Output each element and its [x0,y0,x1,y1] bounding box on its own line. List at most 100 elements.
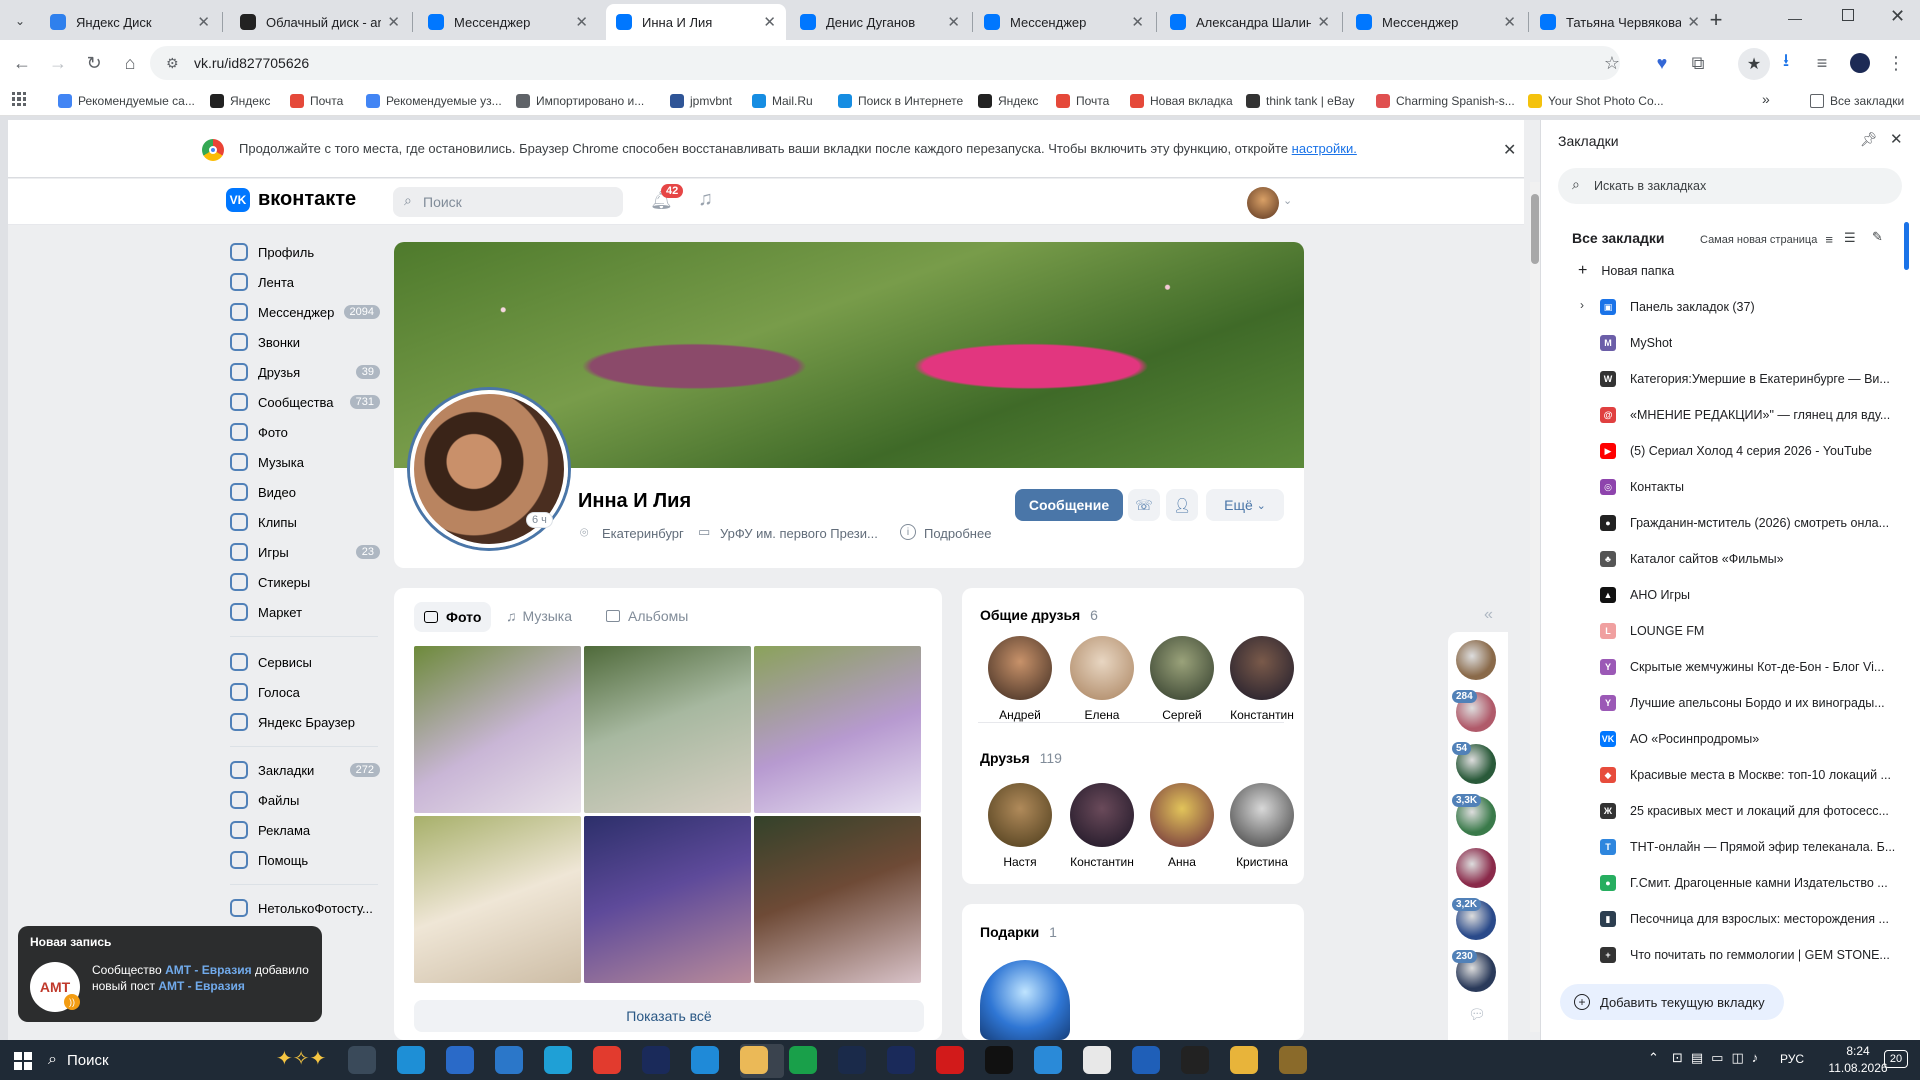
tab-music[interactable]: ♫ Музыка [506,608,572,624]
sidebar-item[interactable]: Клипы [230,510,380,534]
vk-logo-icon[interactable]: VK [226,188,250,212]
sidebar-item[interactable]: Профиль [230,240,380,264]
bookmark-bar-item[interactable]: Почта [290,92,343,110]
friend-avatar[interactable] [1150,783,1214,847]
friend-avatar[interactable] [1230,636,1294,700]
bookmarks-side-panel-button[interactable]: ★ [1738,48,1770,80]
bookmark-bar-item[interactable]: Почта [1056,92,1109,110]
address-bar[interactable] [150,46,1620,80]
new-tab-button[interactable]: + [1702,6,1730,34]
explorer-icon[interactable] [1230,1046,1258,1074]
sidebar-item[interactable]: Маркет [230,600,380,624]
tab-close-icon[interactable]: ✕ [575,13,588,31]
chat-bubble-icon[interactable]: 💬︎ [1468,1006,1486,1023]
message-button[interactable]: Сообщение [1015,489,1123,521]
bookmark-item[interactable]: Y Скрытые жемчужины Кот-де-Бон - Блог Vi… [1600,652,1900,682]
bookmark-bar-item[interactable]: Your Shot Photo Co... [1528,92,1664,110]
friend-avatar[interactable] [988,636,1052,700]
bookmark-item[interactable]: ▲ АНО Игры [1600,580,1900,610]
app-icon[interactable] [789,1046,817,1074]
profile-avatar[interactable] [1850,53,1870,73]
bookmarks-overflow-icon[interactable]: » [1762,91,1770,107]
sidebar-item[interactable]: Звонки [230,330,380,354]
expand-chevron-icon[interactable]: › [1580,298,1584,312]
gift-image[interactable] [980,960,1070,1040]
page-scrollbar[interactable] [1530,182,1540,1032]
friend-name[interactable]: Кристина [1222,855,1302,869]
sidebar-item[interactable]: Сервисы [230,650,380,674]
tab-search-button[interactable]: ⌄ [8,9,32,33]
bookmark-bar-item[interactable]: Mail.Ru [752,92,813,110]
sidebar-item[interactable]: Лента [230,270,380,294]
browser-tab[interactable]: Мессенджер ✕ [1346,4,1526,40]
user-menu-chevron-icon[interactable]: ⌄ [1283,194,1292,207]
sidebar-item[interactable]: Друзья 39 [230,360,380,384]
tab-close-icon[interactable]: ✕ [1687,13,1700,31]
bookmark-item[interactable]: ▮ Песочница для взрослых: месторождения … [1600,904,1900,934]
notice-settings-link[interactable]: настройки. [1292,141,1357,156]
bookmark-bar-item[interactable]: Яндекс [978,92,1038,110]
more-info-link[interactable]: Подробнее [924,526,991,541]
extension-heart-icon[interactable]: ♥ [1650,51,1674,75]
friend-avatar[interactable] [1230,783,1294,847]
yandex-icon[interactable] [593,1046,621,1074]
tab-photos[interactable]: Фото [414,602,492,632]
tab-close-icon[interactable]: ✕ [1317,13,1330,31]
app-icon[interactable] [1132,1046,1160,1074]
bookmark-bar-item[interactable]: Charming Spanish-s... [1376,92,1515,110]
yandex-browser-icon[interactable] [1083,1046,1111,1074]
home-icon[interactable]: ⌂ [118,51,142,75]
bookmark-item[interactable]: Ж 25 красивых мест и локаций для фотосес… [1600,796,1900,826]
tab-close-icon[interactable]: ✕ [947,13,960,31]
sidebar-item[interactable]: НетолькоФотосту... [230,896,380,920]
back-icon[interactable]: ← [10,51,34,75]
browser-tab[interactable]: Денис Дуганов ✕ [790,4,970,40]
sidebar-item[interactable]: Стикеры [230,570,380,594]
browser-tab[interactable]: Яндекс Диск ✕ [40,4,220,40]
friend-avatar[interactable] [1070,636,1134,700]
call-button[interactable]: ☏ [1128,489,1160,521]
language-indicator[interactable]: РУС [1780,1052,1804,1066]
app-icon[interactable] [544,1046,572,1074]
site-info-icon[interactable]: ⚙ [166,55,179,72]
photo-thumbnail[interactable] [754,816,921,983]
friend-name[interactable]: Сергей [1142,708,1222,722]
bookmark-bar-item[interactable]: Яндекс [210,92,270,110]
sidebar-item[interactable]: Помощь [230,848,380,872]
bookmark-item[interactable]: + Что почитать по геммологии | GEM STONE… [1600,940,1900,970]
tab-albums[interactable]: Альбомы [606,608,688,624]
bookmark-item[interactable]: ▣ Панель закладок (37) [1600,292,1900,322]
friend-name[interactable]: Андрей [980,708,1060,722]
tab-close-icon[interactable]: ✕ [387,13,400,31]
bookmark-item[interactable]: T ТНТ-онлайн — Прямой эфир телеканала. Б… [1600,832,1900,862]
bookmark-item[interactable]: W Категория:Умершие в Екатеринбурге — Ви… [1600,364,1900,394]
photoshop-icon[interactable] [642,1046,670,1074]
browser-tab[interactable]: Мессенджер ✕ [974,4,1154,40]
friends-title[interactable]: Друзья 119 [980,750,1062,766]
sidebar-item[interactable]: Голоса [230,680,380,704]
bookmark-item[interactable]: Y Лучшие апельсоны Бордо и их винограды.… [1600,688,1900,718]
pin-icon[interactable]: 📌︎ [1860,131,1878,148]
photo-thumbnail[interactable] [584,646,751,813]
tab-close-icon[interactable]: ✕ [763,13,776,31]
minimize-button[interactable]: — [1788,10,1802,26]
profile-university[interactable]: УрФУ им. первого Прези... [720,526,878,541]
restore-button[interactable] [1842,9,1854,21]
bookmark-star-icon[interactable]: ☆ [1600,51,1624,75]
browser-tab[interactable]: Мессенджер ✕ [418,4,598,40]
more-actions-button[interactable]: Ещё ⌄ [1206,489,1284,521]
lightroom-icon[interactable] [838,1046,866,1074]
edge-icon[interactable] [397,1046,425,1074]
common-friends-title[interactable]: Общие друзья 6 [980,607,1098,623]
app-icon[interactable] [1279,1046,1307,1074]
sidebar-item[interactable]: Яндекс Браузер [230,710,380,734]
sidebar-item[interactable]: Фото [230,420,380,444]
windows-start-icon[interactable] [14,1052,32,1070]
friend-avatar[interactable] [988,783,1052,847]
friend-avatar[interactable] [1150,636,1214,700]
photo-thumbnail[interactable] [754,646,921,813]
bookmark-bar-item[interactable]: Рекомендуемые са... [58,92,195,110]
close-panel-icon[interactable]: ✕ [1890,130,1903,148]
browser-tab[interactable]: Татьяна Червякова ✕ [1530,4,1710,40]
sidebar-item[interactable]: Сообщества 731 [230,390,380,414]
